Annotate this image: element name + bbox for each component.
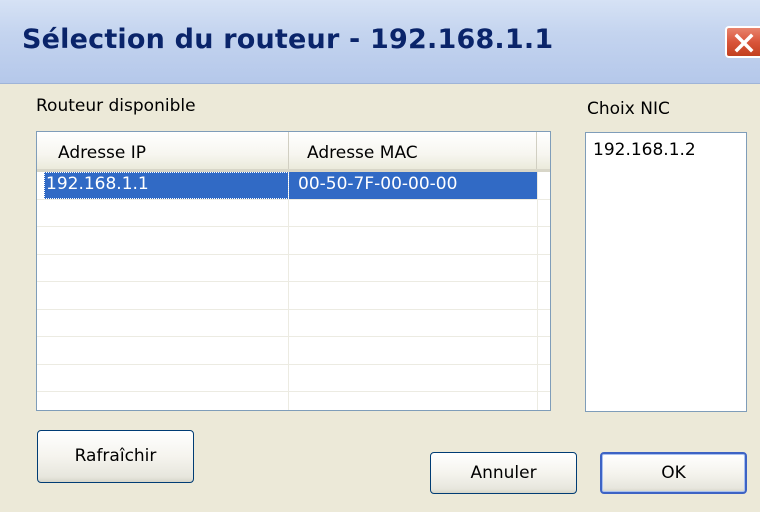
empty-table-row bbox=[37, 337, 550, 365]
column-header-mac[interactable]: Adresse MAC bbox=[289, 132, 537, 169]
cell-ip bbox=[37, 282, 289, 309]
close-button[interactable] bbox=[725, 26, 760, 58]
cancel-button[interactable]: Annuler bbox=[430, 452, 577, 494]
cell-ip bbox=[37, 392, 289, 410]
router-rows: 192.168.1.1 00-50-7F-00-00-00 bbox=[37, 172, 550, 410]
empty-table-row bbox=[37, 227, 550, 255]
cell-ip bbox=[37, 254, 289, 281]
table-row[interactable]: 192.168.1.1 00-50-7F-00-00-00 bbox=[37, 172, 550, 200]
empty-table-row bbox=[37, 282, 550, 310]
nic-label: Choix NIC bbox=[587, 99, 670, 119]
refresh-button[interactable]: Rafraîchir bbox=[37, 430, 194, 483]
ok-button[interactable]: OK bbox=[600, 452, 747, 494]
cell-mac bbox=[289, 227, 538, 254]
cell-mac bbox=[289, 364, 538, 391]
cell-mac bbox=[289, 254, 538, 281]
cell-mac bbox=[289, 337, 538, 364]
close-icon bbox=[734, 33, 754, 53]
cell-ip: 192.168.1.1 bbox=[44, 172, 289, 199]
nic-list[interactable]: 192.168.1.2 bbox=[585, 132, 747, 412]
cell-mac bbox=[289, 282, 538, 309]
empty-table-row bbox=[37, 199, 550, 227]
nic-item[interactable]: 192.168.1.2 bbox=[593, 140, 696, 160]
empty-table-row bbox=[37, 392, 550, 410]
cell-ip bbox=[37, 337, 289, 364]
column-header-ip[interactable]: Adresse IP bbox=[37, 132, 289, 169]
title-bar[interactable]: Sélection du routeur - 192.168.1.1 bbox=[0, 0, 760, 84]
routers-label: Routeur disponible bbox=[36, 96, 196, 116]
cell-mac bbox=[289, 309, 538, 336]
router-list-header: Adresse IP Adresse MAC bbox=[37, 132, 550, 172]
empty-table-row bbox=[37, 364, 550, 392]
cell-mac bbox=[289, 392, 538, 410]
empty-table-row bbox=[37, 309, 550, 337]
router-list[interactable]: Adresse IP Adresse MAC 192.168.1.1 00-50-… bbox=[36, 131, 551, 411]
cell-ip bbox=[37, 199, 289, 226]
cell-mac: 00-50-7F-00-00-00 bbox=[289, 172, 538, 199]
cell-ip bbox=[37, 364, 289, 391]
cell-ip bbox=[37, 227, 289, 254]
empty-table-row bbox=[37, 254, 550, 282]
cell-ip bbox=[37, 309, 289, 336]
window-title: Sélection du routeur - 192.168.1.1 bbox=[22, 24, 554, 55]
cell-mac bbox=[289, 199, 538, 226]
